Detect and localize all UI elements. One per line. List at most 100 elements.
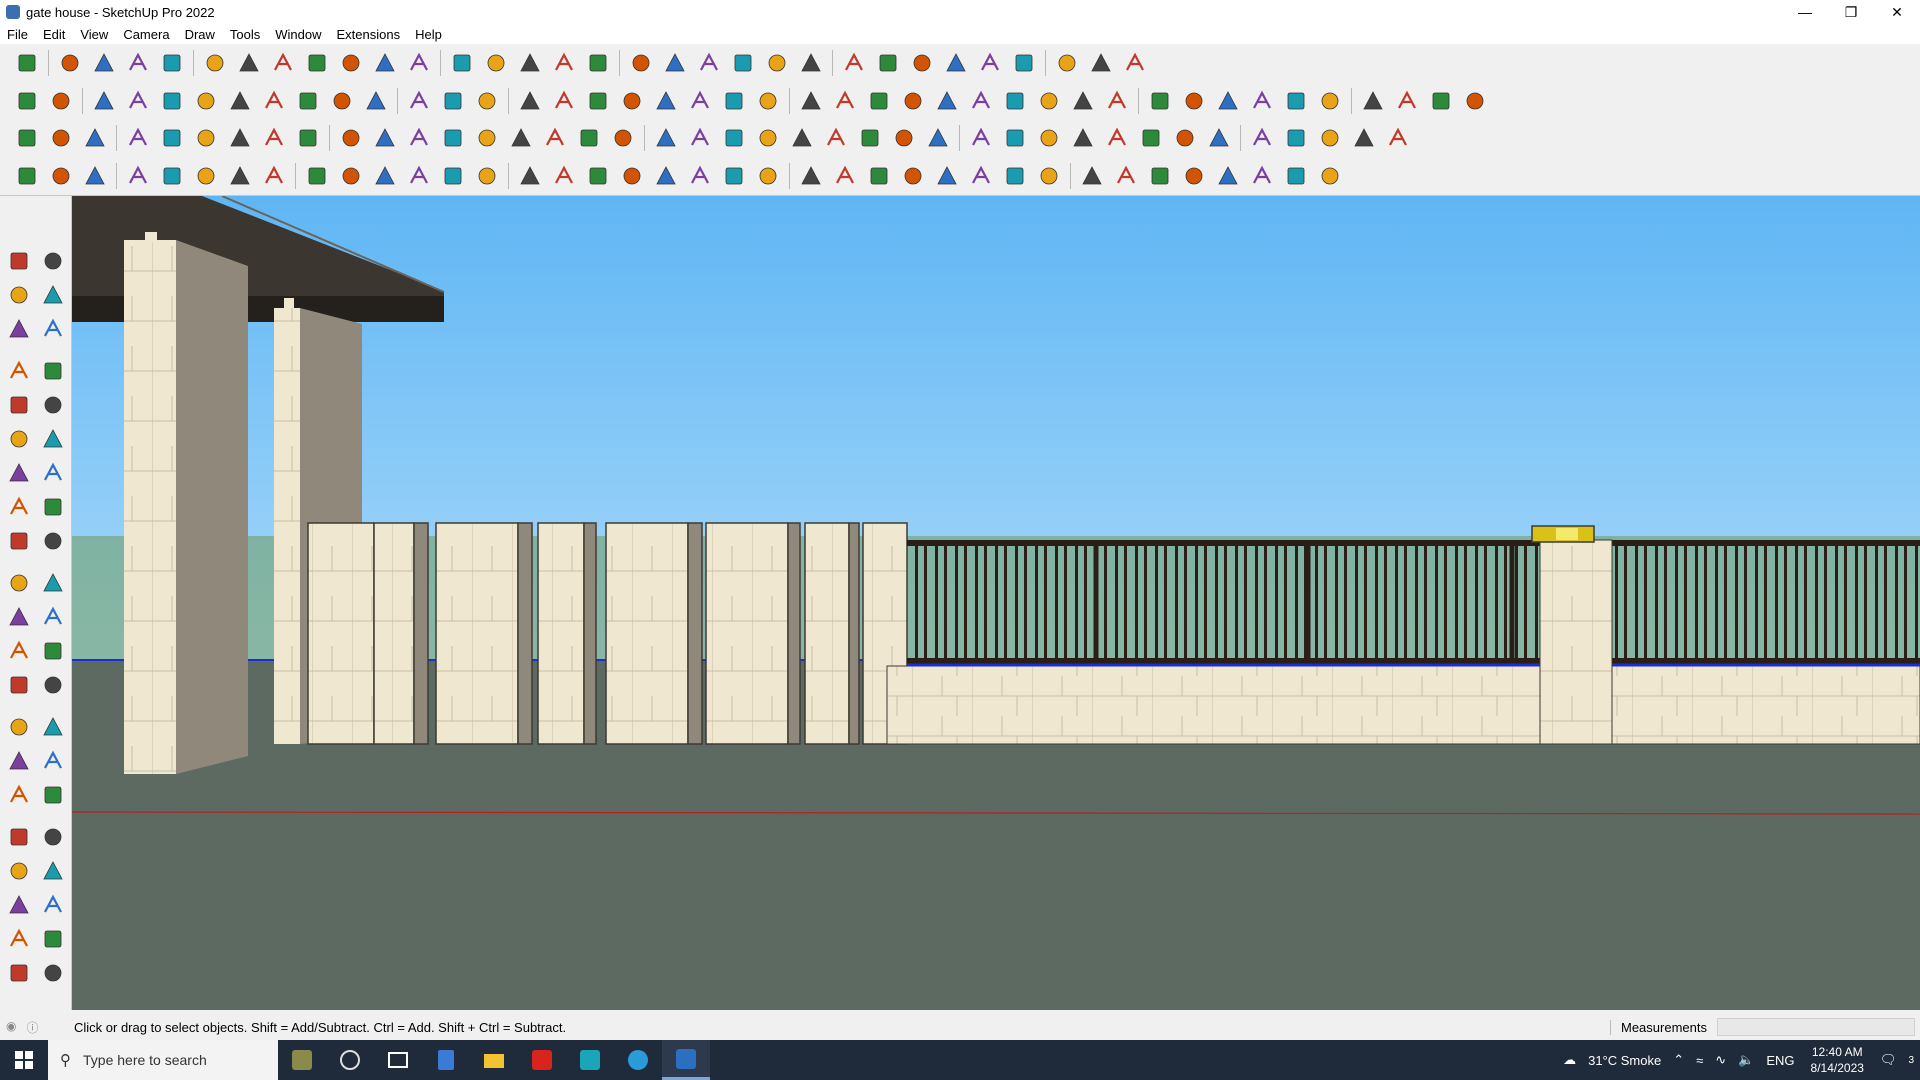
spiral-2-tool-button[interactable] xyxy=(821,123,851,153)
star-tool-button[interactable] xyxy=(1034,86,1064,116)
shape-g-tool-button[interactable] xyxy=(1426,86,1456,116)
corner-tool-button[interactable] xyxy=(336,161,366,191)
menu-extensions[interactable]: Extensions xyxy=(330,27,409,42)
line-tool-tool-button[interactable] xyxy=(1145,86,1175,116)
plus-tool-button[interactable] xyxy=(574,123,604,153)
styles-tool-tool-button[interactable] xyxy=(38,958,68,988)
ellipse-tool-button[interactable] xyxy=(898,86,928,116)
axes-tool-button[interactable] xyxy=(4,712,34,742)
mirror-tool-button[interactable] xyxy=(438,161,468,191)
arc-tool-tool-button[interactable] xyxy=(225,123,255,153)
sphere-2-tool-button[interactable] xyxy=(1179,161,1209,191)
loop-tool-button[interactable] xyxy=(787,123,817,153)
ruby-console-tool-button[interactable] xyxy=(123,161,153,191)
rect-tool-tool-button[interactable] xyxy=(259,123,289,153)
fork-2-tool-button[interactable] xyxy=(830,161,860,191)
home-tool-button[interactable] xyxy=(651,86,681,116)
wifi-icon[interactable]: ∿ xyxy=(1715,1052,1726,1068)
taskbar-3ds-app[interactable] xyxy=(566,1040,614,1080)
wall-tool-button[interactable] xyxy=(404,86,434,116)
box-tool-button[interactable] xyxy=(12,86,42,116)
curve-2-tool-button[interactable] xyxy=(1349,123,1379,153)
paint-cyan-tool-button[interactable] xyxy=(46,123,76,153)
rotate-tool-button[interactable] xyxy=(336,48,366,78)
stair-tool-button[interactable] xyxy=(719,86,749,116)
tape-measure-tool-button[interactable] xyxy=(4,636,34,666)
layers-tool-button[interactable] xyxy=(907,48,937,78)
window-tool-button[interactable] xyxy=(549,86,579,116)
solid-tool-button[interactable] xyxy=(157,123,187,153)
shape-e-tool-button[interactable] xyxy=(1358,86,1388,116)
orbit-tool-button[interactable] xyxy=(515,48,545,78)
line-tool-button[interactable] xyxy=(4,356,34,386)
front-tool-button[interactable] xyxy=(89,86,119,116)
circle-tool-button[interactable] xyxy=(830,86,860,116)
eraser-tool-button[interactable] xyxy=(89,48,119,78)
beam-tool-button[interactable] xyxy=(719,161,749,191)
text-tool-button[interactable] xyxy=(38,670,68,700)
paint-yellow-tool-button[interactable] xyxy=(80,123,110,153)
knot-tool-button[interactable] xyxy=(1247,161,1277,191)
move-x-tool-button[interactable] xyxy=(157,86,187,116)
loft-tool-button[interactable] xyxy=(361,86,391,116)
grid-3-tool-button[interactable] xyxy=(1077,161,1107,191)
footprints-tool-button[interactable] xyxy=(4,890,34,920)
tiles-tool-button[interactable] xyxy=(1204,123,1234,153)
array-2-tool-button[interactable] xyxy=(549,161,579,191)
hex-tool-button[interactable] xyxy=(1315,161,1345,191)
zoom-extents-tool-button[interactable] xyxy=(4,822,34,852)
sphere-tool-button[interactable] xyxy=(259,161,289,191)
house-tool-button[interactable] xyxy=(583,86,613,116)
bridge-tool-button[interactable] xyxy=(583,161,613,191)
leaf-tool-button[interactable] xyxy=(651,161,681,191)
zoom-ext-tool-button[interactable] xyxy=(626,48,656,78)
tag-a-tool-button[interactable] xyxy=(123,123,153,153)
move-tool-button[interactable] xyxy=(4,526,34,556)
face-tool-button[interactable] xyxy=(472,86,502,116)
spiral-tool-button[interactable] xyxy=(1000,86,1030,116)
rotate-y-tool-button[interactable] xyxy=(293,86,323,116)
triangle-tool-button[interactable] xyxy=(719,123,749,153)
node-tool-button[interactable] xyxy=(472,123,502,153)
pencil-tool-button[interactable] xyxy=(123,48,153,78)
add-tool-button[interactable] xyxy=(540,123,570,153)
pillar-tool-button[interactable] xyxy=(1000,161,1030,191)
model-viewport[interactable] xyxy=(72,196,1920,1010)
taskbar-sketchup[interactable] xyxy=(662,1040,710,1080)
search-tool-button[interactable] xyxy=(38,822,68,852)
offset-tool-button[interactable] xyxy=(38,602,68,632)
warehouse-tool-button[interactable] xyxy=(1120,48,1150,78)
menu-edit[interactable]: Edit xyxy=(36,27,73,42)
notification-icon[interactable]: 🗨 xyxy=(1880,1052,1897,1068)
bezier-tool-button[interactable] xyxy=(38,492,68,522)
zoom-window-tool-button[interactable] xyxy=(38,780,68,810)
taskbar-edge[interactable] xyxy=(614,1040,662,1080)
polygon-tool-button[interactable] xyxy=(38,424,68,454)
move-z-tool-button[interactable] xyxy=(225,86,255,116)
taskbar-task-view[interactable] xyxy=(374,1040,422,1080)
rotated-rect-tool-button[interactable] xyxy=(38,390,68,420)
spring-tool-button[interactable] xyxy=(302,161,332,191)
menu-draw[interactable]: Draw xyxy=(178,27,223,42)
fan-tool-button[interactable] xyxy=(225,161,255,191)
lasso-tool-button[interactable] xyxy=(157,48,187,78)
paint-bucket-tool-button[interactable] xyxy=(4,280,34,310)
fork-tool-button[interactable] xyxy=(796,161,826,191)
pie-tool-button[interactable] xyxy=(38,458,68,488)
section-plane-tool-button[interactable] xyxy=(4,924,34,954)
shell-2-tool-button[interactable] xyxy=(1213,161,1243,191)
tiles-3-tool-button[interactable] xyxy=(1281,123,1311,153)
taskbar-acrobat[interactable] xyxy=(518,1040,566,1080)
stripes-tool-button[interactable] xyxy=(1145,161,1175,191)
cube-c-tool-button[interactable] xyxy=(1068,123,1098,153)
magnet-tool-button[interactable] xyxy=(923,123,953,153)
join-tool-button[interactable] xyxy=(608,123,638,153)
tiles-2-tool-button[interactable] xyxy=(1247,123,1277,153)
line-a-tool-button[interactable] xyxy=(12,161,42,191)
eraser-tool-button[interactable] xyxy=(38,280,68,310)
plane-2-tool-button[interactable] xyxy=(685,161,715,191)
orbit-2-tool-button[interactable] xyxy=(4,746,34,776)
tags-tool-tool-button[interactable] xyxy=(4,958,34,988)
minimize-button[interactable]: — xyxy=(1782,0,1828,24)
info-icon[interactable]: ⓘ xyxy=(26,1019,38,1036)
